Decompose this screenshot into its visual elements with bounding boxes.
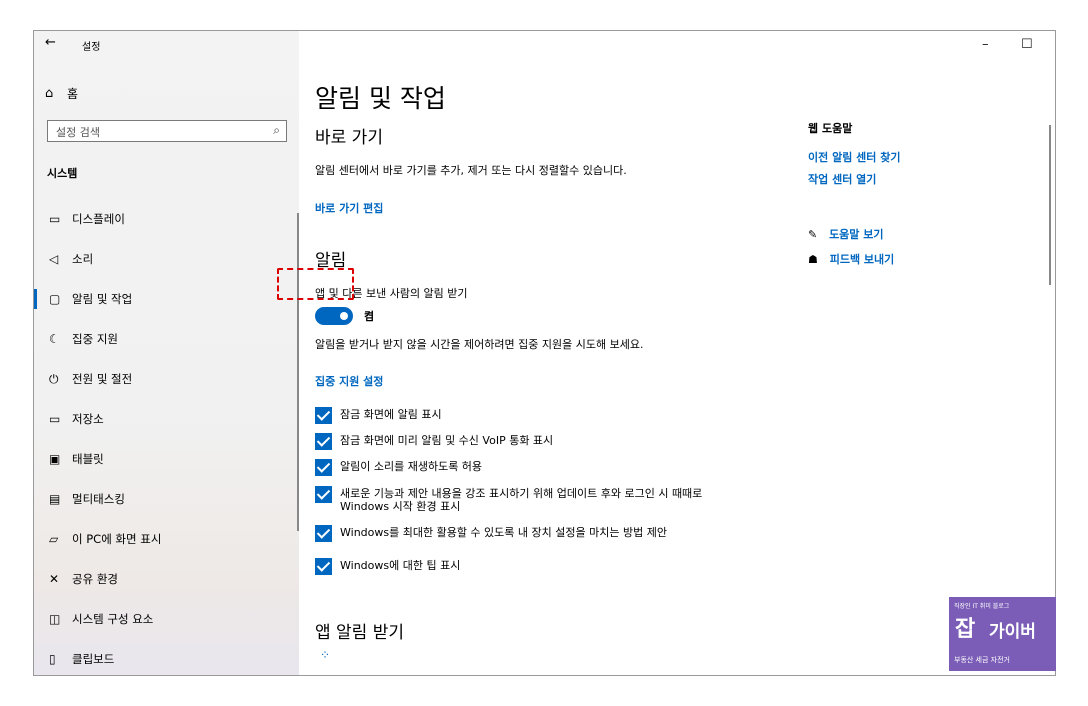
watermark-line3: 부동산 세금 자전거 bbox=[954, 656, 1010, 664]
checkbox[interactable] bbox=[315, 459, 332, 476]
sidebar-item-focus[interactable]: ☾ 집중 지원 bbox=[34, 319, 299, 359]
get-help-label: 도움말 보기 bbox=[829, 228, 884, 241]
section-heading: 시스템 bbox=[47, 167, 78, 180]
notifications-toggle-row: 켬 bbox=[315, 307, 374, 325]
sidebar-item-display[interactable]: ▭ 디스플레이 bbox=[34, 199, 299, 239]
get-help-link[interactable]: ✎ 도움말 보기 bbox=[808, 226, 884, 242]
sidebar-item-label: 저장소 bbox=[72, 412, 104, 426]
shortcuts-heading: 바로 가기 bbox=[315, 128, 383, 148]
sidebar: ← 설정 ⌂ 홈 설정 검색 ⌕ 시스템 ▭ 디스플레이 ◁ 소리 ▢ 알림 및… bbox=[34, 31, 299, 675]
multitasking-icon: ▤ bbox=[49, 492, 61, 506]
search-input[interactable]: 설정 검색 ⌕ bbox=[47, 120, 287, 142]
checkbox-label: 새로운 기능과 제안 내용을 강조 표시하기 위해 업데이트 후와 로그인 시 … bbox=[340, 487, 703, 513]
checkbox-label: Windows에 대한 팁 표시 bbox=[340, 559, 461, 572]
watermark-logo-text: 가이버 bbox=[989, 622, 1036, 642]
notifications-toggle[interactable] bbox=[315, 307, 353, 325]
help-link[interactable]: 이전 알림 센터 찾기 bbox=[808, 149, 900, 165]
components-icon: ◫ bbox=[49, 612, 61, 626]
checkbox-row[interactable]: 잠금 화면에 알림 표시 bbox=[315, 407, 715, 424]
checkbox-label: 알림이 소리를 재생하도록 허용 bbox=[340, 460, 483, 473]
focus-settings-link[interactable]: 집중 지원 설정 bbox=[315, 373, 383, 389]
checkbox-row[interactable]: Windows에 대한 팁 표시 bbox=[315, 558, 715, 575]
checkbox-label: 잠금 화면에 미리 알림 및 수신 VoIP 통화 표시 bbox=[340, 434, 554, 447]
sound-icon: ◁ bbox=[49, 252, 59, 266]
toggle-state-label: 켬 bbox=[364, 310, 375, 323]
sidebar-item-share[interactable]: ✕ 공유 환경 bbox=[34, 559, 299, 599]
checkbox-row[interactable]: 알림이 소리를 재생하도록 허용 bbox=[315, 459, 715, 476]
checkbox-row[interactable]: 잠금 화면에 미리 알림 및 수신 VoIP 통화 표시 bbox=[315, 433, 715, 450]
sidebar-item-label: 시스템 구성 요소 bbox=[72, 612, 154, 626]
checkbox-row[interactable]: Windows를 최대한 활용할 수 있도록 내 장치 설정을 마치는 방법 제… bbox=[315, 525, 715, 542]
checkbox[interactable] bbox=[315, 486, 332, 503]
loading-spinner-icon: ⁘ bbox=[320, 648, 330, 662]
minimize-button[interactable]: – bbox=[982, 37, 989, 52]
feedback-label: 피드백 보내기 bbox=[829, 253, 895, 266]
display-icon: ▭ bbox=[49, 212, 61, 226]
settings-window: ← 설정 ⌂ 홈 설정 검색 ⌕ 시스템 ▭ 디스플레이 ◁ 소리 ▢ 알림 및… bbox=[33, 30, 1056, 676]
main-scrollbar[interactable] bbox=[1049, 125, 1051, 285]
watermark-line1: 직장인 IT 취미 블로그 bbox=[954, 603, 1010, 610]
feedback-link[interactable]: ☗ 피드백 보내기 bbox=[808, 251, 894, 267]
storage-icon: ▭ bbox=[49, 412, 61, 426]
main-content: – ☐ ✕ 알림 및 작업 바로 가기 알림 센터에서 바로 가기를 추가, 제… bbox=[299, 31, 1055, 675]
sidebar-item-multitasking[interactable]: ▤ 멀티태스킹 bbox=[34, 479, 299, 519]
sidebar-item-label: 알림 및 작업 bbox=[72, 292, 133, 306]
sidebar-item-label: 이 PC에 화면 표시 bbox=[72, 532, 162, 546]
sidebar-item-project[interactable]: ▱ 이 PC에 화면 표시 bbox=[34, 519, 299, 559]
sidebar-item-sound[interactable]: ◁ 소리 bbox=[34, 239, 299, 279]
maximize-button[interactable]: ☐ bbox=[1021, 37, 1033, 52]
sidebar-item-storage[interactable]: ▭ 저장소 bbox=[34, 399, 299, 439]
focus-hint: 알림을 받거나 받지 않을 시간을 제어하려면 집중 지원을 시도해 보세요. bbox=[315, 338, 644, 351]
sidebar-item-clipboard[interactable]: ▯ 클립보드 bbox=[34, 639, 299, 675]
feedback-icon: ☗ bbox=[808, 253, 818, 266]
project-icon: ▱ bbox=[49, 532, 59, 546]
home-icon: ⌂ bbox=[45, 85, 54, 101]
checkbox[interactable] bbox=[315, 433, 332, 450]
help-chat-icon: ✎ bbox=[808, 228, 818, 241]
sidebar-item-components[interactable]: ◫ 시스템 구성 요소 bbox=[34, 599, 299, 639]
watermark-logo-char: 잡 bbox=[955, 617, 976, 642]
window-title: 설정 bbox=[82, 42, 101, 53]
checkbox-row[interactable]: 새로운 기능과 제안 내용을 강조 표시하기 위해 업데이트 후와 로그인 시 … bbox=[315, 486, 715, 513]
notification-icon: ▢ bbox=[49, 292, 61, 306]
search-icon[interactable]: ⌕ bbox=[273, 123, 280, 138]
sidebar-item-label: 집중 지원 bbox=[72, 332, 118, 346]
shortcuts-description: 알림 센터에서 바로 가기를 추가, 제거 또는 다시 정렬할수 있습니다. bbox=[315, 164, 627, 177]
sidebar-item-power[interactable]: ⏻ 전원 및 절전 bbox=[34, 359, 299, 399]
checkbox[interactable] bbox=[315, 558, 332, 575]
sidebar-item-label: 멀티태스킹 bbox=[72, 492, 125, 506]
share-icon: ✕ bbox=[49, 572, 60, 586]
app-notifications-heading: 앱 알림 받기 bbox=[315, 623, 405, 643]
toggle-knob bbox=[340, 312, 348, 320]
sidebar-nav: ▭ 디스플레이 ◁ 소리 ▢ 알림 및 작업 ☾ 집중 지원 ⏻ 전원 및 절전… bbox=[34, 199, 299, 675]
home-link[interactable]: ⌂ 홈 bbox=[45, 83, 78, 103]
watermark-badge: 직장인 IT 취미 블로그 잡 가이버 부동산 세금 자전거 bbox=[949, 597, 1056, 671]
sidebar-item-label: 디스플레이 bbox=[72, 212, 125, 226]
power-icon: ⏻ bbox=[49, 371, 59, 386]
checkbox[interactable] bbox=[315, 525, 332, 542]
sidebar-item-label: 공유 환경 bbox=[72, 572, 118, 586]
sidebar-item-tablet[interactable]: ▣ 태블릿 bbox=[34, 439, 299, 479]
sidebar-item-label: 태블릿 bbox=[72, 452, 104, 466]
highlight-box bbox=[277, 268, 354, 300]
sidebar-item-notifications[interactable]: ▢ 알림 및 작업 bbox=[34, 279, 299, 319]
clipboard-icon: ▯ bbox=[49, 652, 56, 666]
sidebar-item-label: 소리 bbox=[72, 252, 94, 266]
checkbox[interactable] bbox=[315, 407, 332, 424]
web-help-heading: 웹 도움말 bbox=[808, 122, 853, 135]
search-placeholder: 설정 검색 bbox=[56, 126, 100, 139]
edit-shortcuts-link[interactable]: 바로 가기 편집 bbox=[315, 200, 383, 216]
checkbox-label: Windows를 최대한 활용할 수 있도록 내 장치 설정을 마치는 방법 제… bbox=[340, 526, 667, 539]
checkbox-label: 잠금 화면에 알림 표시 bbox=[340, 408, 442, 421]
tablet-icon: ▣ bbox=[49, 452, 61, 466]
sidebar-item-label: 전원 및 절전 bbox=[72, 372, 133, 386]
page-title: 알림 및 작업 bbox=[315, 84, 446, 113]
moon-icon: ☾ bbox=[49, 332, 60, 346]
back-arrow-icon[interactable]: ← bbox=[45, 35, 56, 50]
home-label: 홈 bbox=[67, 86, 79, 101]
sidebar-item-label: 클립보드 bbox=[72, 652, 115, 666]
help-link[interactable]: 작업 센터 열기 bbox=[808, 171, 876, 187]
